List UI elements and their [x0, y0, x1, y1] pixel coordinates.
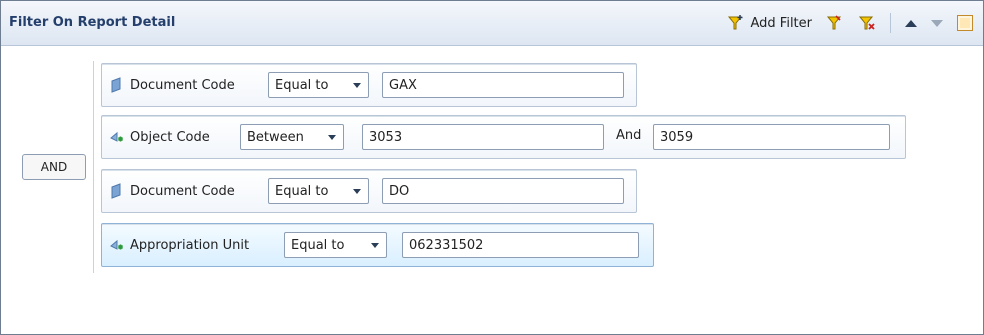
toolbar-separator	[890, 13, 891, 33]
range-start-input[interactable]: 3053	[362, 124, 604, 150]
operator-dropdown[interactable]: Equal to	[268, 72, 369, 98]
panel-title: Filter On Report Detail	[9, 15, 176, 30]
filter-row[interactable]: Document Code Equal to GAX	[101, 63, 637, 107]
toggle-panel-icon[interactable]	[957, 15, 973, 31]
filter-row[interactable]: Object Code Between 3053 And 3059	[101, 115, 906, 159]
add-filter-button[interactable]: Add Filter	[727, 14, 813, 32]
operator-value: Equal to	[291, 237, 345, 253]
filter-value-input[interactable]: DO	[382, 178, 624, 204]
panel-header: Filter On Report Detail Add Filter	[1, 1, 983, 46]
add-filter-label: Add Filter	[750, 15, 813, 31]
operator-dropdown[interactable]: Equal to	[284, 232, 387, 258]
filter-value-text: 062331502	[409, 237, 484, 253]
filter-value-text: GAX	[389, 77, 417, 93]
filter-field-label: Document Code	[130, 183, 235, 199]
filter-row[interactable]: Document Code Equal to DO	[101, 169, 637, 213]
filter-field-label: Document Code	[130, 77, 235, 93]
move-up-icon[interactable]	[905, 19, 917, 27]
measure-object-icon	[110, 129, 123, 145]
filter-row[interactable]: Appropriation Unit Equal to 062331502	[101, 223, 654, 267]
range-end-input[interactable]: 3059	[653, 124, 890, 150]
chevron-down-icon	[353, 83, 361, 88]
filter-value-text: 3053	[369, 129, 403, 145]
filter-toolbar: Add Filter	[727, 11, 973, 35]
filter-field-label: Object Code	[130, 129, 210, 145]
move-down-icon[interactable]	[931, 19, 943, 27]
operator-dropdown[interactable]: Between	[240, 124, 344, 150]
add-filter-icon	[727, 14, 745, 32]
filter-edit-icon[interactable]	[826, 14, 844, 32]
filter-value-text: 3059	[660, 129, 694, 145]
operator-value: Between	[247, 129, 304, 145]
filter-value-text: DO	[389, 183, 410, 199]
filter-value-input[interactable]: 062331502	[402, 232, 639, 258]
range-and-label: And	[616, 128, 642, 143]
operator-dropdown[interactable]: Equal to	[268, 178, 369, 204]
chevron-down-icon	[328, 135, 336, 140]
operator-value: Equal to	[275, 77, 329, 93]
operator-value: Equal to	[275, 183, 329, 199]
filter-remove-icon[interactable]	[858, 14, 876, 32]
measure-object-icon	[110, 237, 123, 253]
filter-value-input[interactable]: GAX	[382, 72, 624, 98]
filter-panel: Filter On Report Detail Add Filter AND D…	[0, 0, 984, 335]
chevron-down-icon	[371, 243, 379, 248]
filter-field-label: Appropriation Unit	[130, 237, 250, 253]
dimension-icon	[110, 183, 122, 199]
dimension-icon	[110, 77, 122, 93]
chevron-down-icon	[353, 189, 361, 194]
and-operator-button[interactable]: AND	[22, 154, 86, 180]
